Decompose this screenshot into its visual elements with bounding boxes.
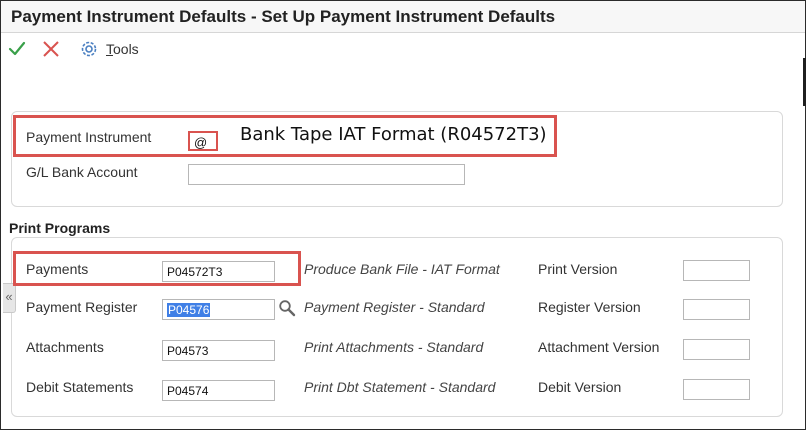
payment-instrument-input[interactable]: @	[188, 131, 218, 151]
register-version-label: Register Version	[538, 299, 641, 315]
search-icon[interactable]	[278, 299, 296, 317]
print-version-input[interactable]	[683, 260, 750, 281]
payment-instrument-label: Payment Instrument	[26, 129, 152, 145]
payment-register-description: Payment Register - Standard	[304, 299, 485, 315]
debit-statements-description: Print Dbt Statement - Standard	[304, 379, 496, 395]
gl-bank-account-label: G/L Bank Account	[26, 164, 138, 180]
gl-bank-account-input[interactable]	[188, 164, 465, 185]
payments-program-description: Produce Bank File - IAT Format	[304, 261, 500, 277]
title-bar: Payment Instrument Defaults - Set Up Pay…	[1, 1, 805, 33]
attachment-version-label: Attachment Version	[538, 339, 660, 355]
payment-register-label: Payment Register	[26, 299, 138, 315]
print-version-label: Print Version	[538, 261, 618, 277]
toolbar: Tools	[1, 33, 805, 65]
payments-program-input[interactable]: P04572T3	[162, 261, 275, 282]
collapse-panel-toggle[interactable]: «	[3, 283, 16, 313]
debit-statements-program-input[interactable]: P04574	[162, 380, 275, 401]
print-programs-heading: Print Programs	[9, 220, 111, 236]
attachment-version-input[interactable]	[683, 339, 750, 360]
page-title: Payment Instrument Defaults - Set Up Pay…	[11, 7, 556, 26]
attachments-program-input[interactable]: P04573	[162, 340, 275, 361]
checkmark-icon[interactable]	[7, 39, 27, 59]
payment-register-program-input[interactable]: P04576	[162, 299, 275, 320]
payment-register-program-value: P04576	[167, 303, 211, 317]
debit-statements-label: Debit Statements	[26, 379, 134, 395]
attachments-description: Print Attachments - Standard	[304, 339, 484, 355]
payments-label: Payments	[26, 261, 89, 277]
close-icon[interactable]	[41, 39, 61, 59]
debit-version-input[interactable]	[683, 379, 750, 400]
gear-icon[interactable]	[79, 39, 99, 59]
tools-menu-button[interactable]: Tools	[106, 41, 139, 57]
payment-instrument-description: Bank Tape IAT Format (R04572T3)	[240, 124, 547, 145]
attachments-label: Attachments	[26, 339, 104, 355]
register-version-input[interactable]	[683, 299, 750, 320]
debit-version-label: Debit Version	[538, 379, 622, 395]
